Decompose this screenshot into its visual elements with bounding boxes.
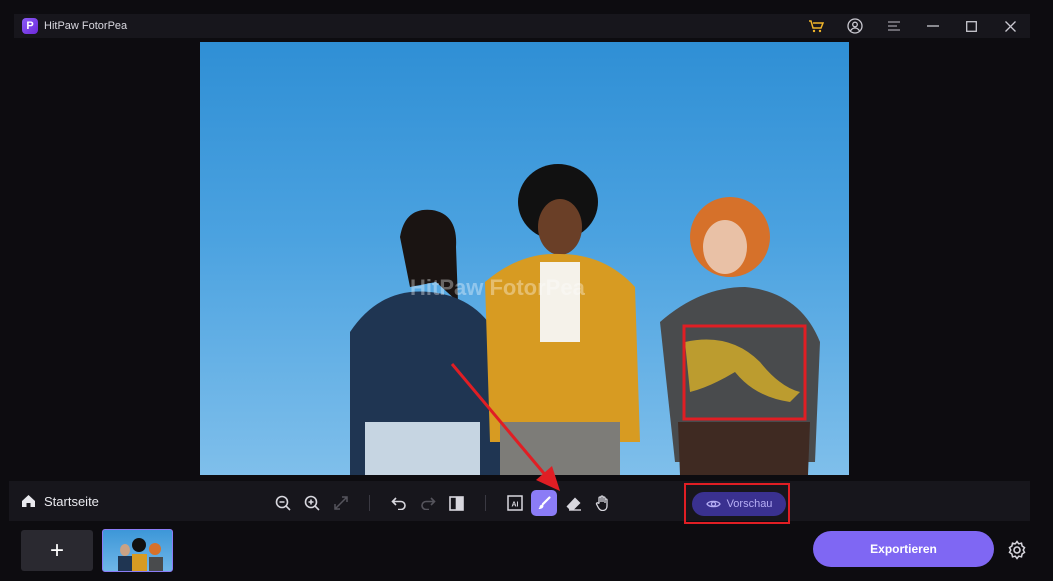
hand-icon[interactable] [588, 490, 617, 516]
app-window: P HitPaw FotorPea HitPaw FotorPea Starts… [0, 0, 1053, 581]
image-thumbnail[interactable] [102, 529, 173, 572]
bottom-bar: Startseite AI Vorschau + Exportieren [0, 478, 1053, 581]
window-controls [796, 14, 1030, 38]
title-bar: P HitPaw FotorPea [14, 14, 1030, 38]
home-label: Startseite [44, 493, 99, 509]
home-icon [22, 495, 35, 507]
toolbar-divider [369, 495, 370, 511]
undo-icon[interactable] [384, 490, 413, 516]
svg-text:AI: AI [511, 502, 518, 509]
zoom-in-icon[interactable] [297, 490, 326, 516]
menu-icon[interactable] [874, 14, 913, 38]
brush-icon[interactable] [531, 490, 557, 516]
preview-highlight-box: Vorschau [684, 483, 790, 524]
close-icon[interactable] [991, 14, 1030, 38]
cart-icon[interactable] [796, 14, 835, 38]
zoom-out-icon[interactable] [268, 490, 297, 516]
preview-label: Vorschau [726, 498, 773, 510]
toolbar-divider [485, 495, 486, 511]
add-image-button[interactable]: + [21, 530, 93, 571]
preview-button[interactable]: Vorschau [692, 492, 786, 516]
eraser-icon[interactable] [559, 490, 588, 516]
ai-select-icon[interactable]: AI [500, 490, 529, 516]
thumbnail-illustration [118, 538, 163, 571]
watermark: HitPaw FotorPea [410, 275, 585, 300]
account-icon[interactable] [835, 14, 874, 38]
redo-icon[interactable] [413, 490, 442, 516]
person-left [350, 209, 505, 475]
minimize-icon[interactable] [913, 14, 952, 38]
app-logo: P [22, 18, 38, 34]
canvas-area: HitPaw FotorPea [14, 38, 1030, 478]
settings-icon[interactable] [1005, 538, 1029, 562]
photo-illustration [350, 164, 820, 475]
person-center [485, 164, 640, 475]
export-button[interactable]: Exportieren [813, 531, 994, 567]
compare-icon[interactable] [442, 490, 471, 516]
home-button[interactable]: Startseite [9, 481, 119, 521]
eye-icon [705, 500, 721, 508]
fit-icon[interactable] [326, 490, 355, 516]
maximize-icon[interactable] [952, 14, 991, 38]
edit-toolbar: AI [268, 490, 617, 516]
app-title: HitPaw FotorPea [44, 20, 128, 32]
photo-canvas[interactable]: HitPaw FotorPea [200, 42, 849, 475]
